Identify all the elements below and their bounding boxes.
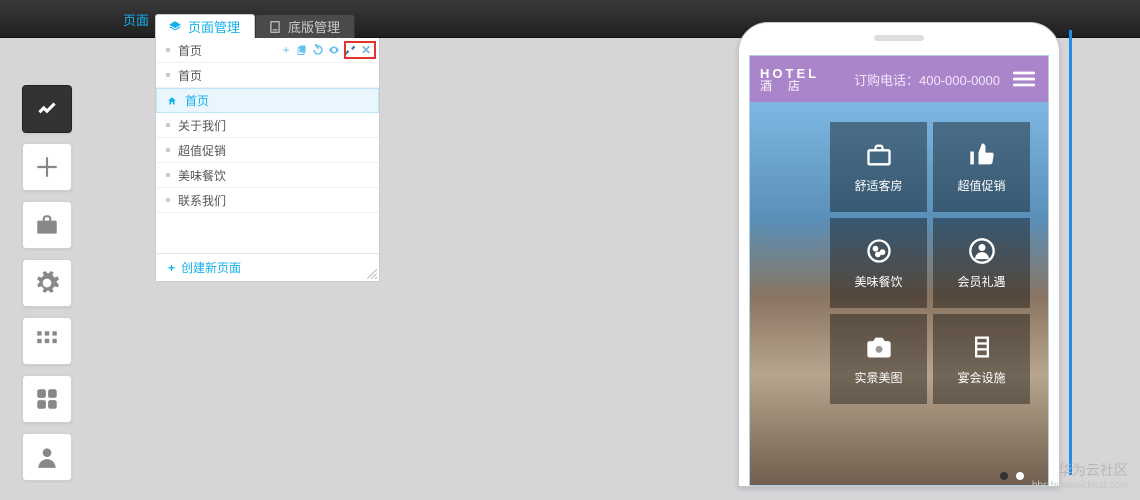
tile-label: 实景美图 [854,369,902,386]
tile-rooms[interactable]: 舒适客房 [830,122,927,212]
page-item[interactable]: 首页 + ✕ [156,38,379,63]
tab-footer-mgmt[interactable]: 底版管理 [255,14,355,38]
add-icon[interactable]: + [279,43,293,57]
selection-edge [1069,30,1072,475]
tool-modules[interactable] [22,375,72,423]
member-icon [968,237,996,265]
tile-photos[interactable]: 实景美图 [830,314,927,404]
phone-number-text: 订购电话：400-000-0000 [819,70,1010,89]
wrench-icon[interactable] [343,43,357,57]
redo-icon[interactable] [311,43,325,57]
building-icon [968,333,996,361]
eye-icon[interactable] [327,43,341,57]
page-item[interactable]: 美味餐饮 [156,163,379,188]
page-item-active[interactable]: 首页 [156,88,379,113]
tile-label: 会员礼遇 [957,273,1005,290]
page-item-label: 美味餐饮 [178,167,226,184]
page-item[interactable]: 关于我们 [156,113,379,138]
page-item-label: 超值促销 [178,142,226,159]
resize-handle-icon[interactable] [367,269,377,279]
layers-icon [168,20,182,34]
copy-icon[interactable] [295,43,309,57]
camera-icon [865,333,893,361]
plus-icon: + [168,261,175,275]
create-label: 创建新页面 [181,259,241,276]
hamburger-menu[interactable] [1010,65,1038,93]
tool-user[interactable] [22,433,72,481]
tab-label: 页面管理 [188,17,240,36]
tool-settings[interactable] [22,259,72,307]
page-panel: 首页 + ✕ 首页 首页 关于我们 超值促销 美味餐饮 联系我们 + 创建新页面 [155,38,380,282]
tool-briefcase[interactable] [22,201,72,249]
tile-banquet[interactable]: 宴会设施 [933,314,1030,404]
topbar-label: 页面 [123,10,149,29]
dot[interactable] [1016,472,1024,480]
tool-add[interactable] [22,143,72,191]
hamburger-icon [1013,68,1035,90]
page-item-label: 首页 [185,92,209,109]
tab-label: 底版管理 [288,17,340,36]
row-actions: + ✕ [279,43,373,57]
page-item-label: 首页 [178,42,202,59]
tile-label: 超值促销 [957,177,1005,194]
left-toolbar [22,85,72,481]
tile-food[interactable]: 美味餐饮 [830,218,927,308]
thumbsup-icon [968,141,996,169]
tool-grid[interactable] [22,317,72,365]
bullet-icon [166,48,170,52]
phone-preview: HOTEL 酒 店 订购电话：400-000-0000 舒适客房 超值促销 美味… [738,22,1060,487]
hotel-logo-text: HOTEL [760,67,819,80]
tile-member[interactable]: 会员礼遇 [933,218,1030,308]
tile-label: 舒适客房 [854,177,902,194]
page-item-label: 关于我们 [178,117,226,134]
page-item[interactable]: 联系我们 [156,188,379,213]
carousel-dots [1000,472,1024,480]
phone-header: HOTEL 酒 店 订购电话：400-000-0000 [750,56,1048,102]
page-item[interactable]: 首页 [156,63,379,88]
tile-label: 宴会设施 [957,369,1005,386]
create-page-button[interactable]: + 创建新页面 [156,253,379,281]
tile-label: 美味餐饮 [854,273,902,290]
tile-promo[interactable]: 超值促销 [933,122,1030,212]
page-item-label: 首页 [178,67,202,84]
close-icon[interactable]: ✕ [359,43,373,57]
tab-page-mgmt[interactable]: 页面管理 [155,14,255,38]
document-icon [268,20,282,34]
tool-apps[interactable] [22,85,72,133]
briefcase-icon [865,141,893,169]
page-item[interactable]: 超值促销 [156,138,379,163]
pizza-icon [865,237,893,265]
home-icon [167,96,177,106]
page-item-label: 联系我们 [178,192,226,209]
dot-active[interactable] [1000,472,1008,480]
hotel-cn-text: 酒 店 [760,80,819,92]
